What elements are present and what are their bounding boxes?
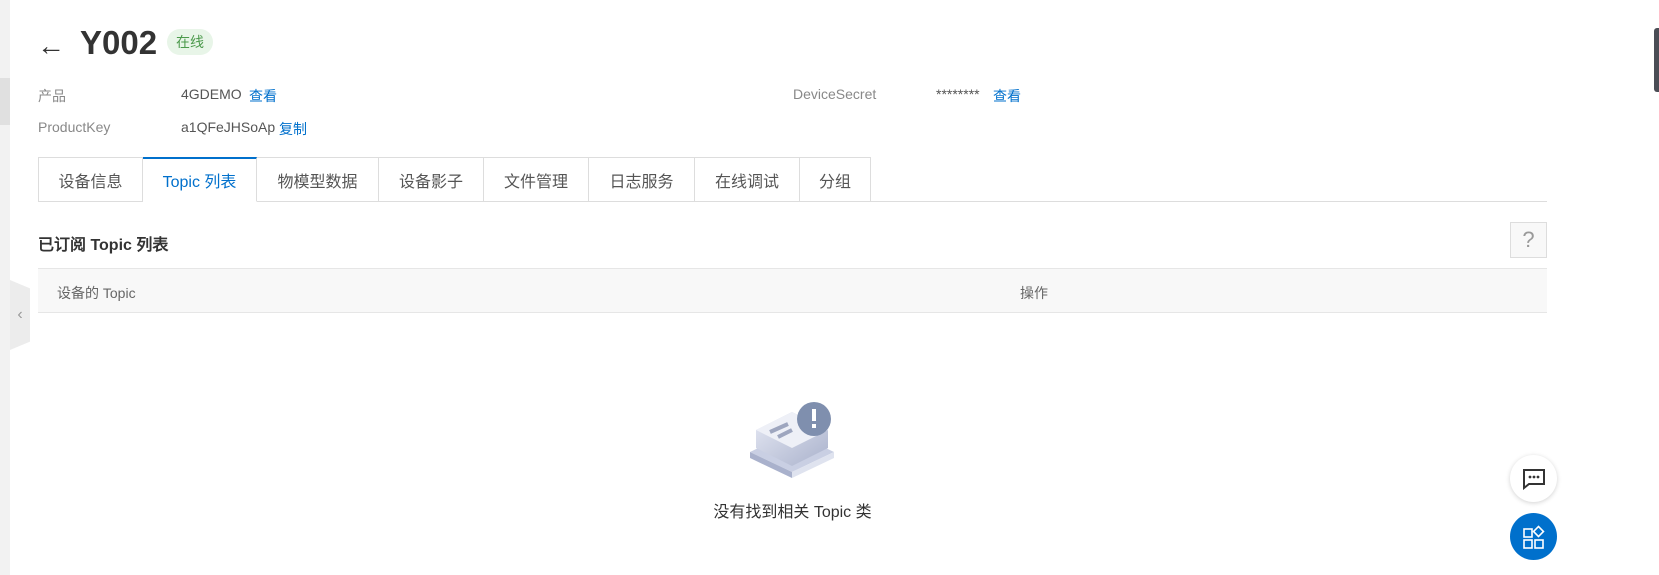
- table-header: 设备的 Topic 操作: [38, 268, 1547, 313]
- help-button[interactable]: ?: [1510, 222, 1547, 258]
- copy-productkey-link[interactable]: 复制: [279, 119, 307, 139]
- tab-device-info[interactable]: 设备信息: [38, 157, 143, 202]
- apps-button[interactable]: [1510, 513, 1557, 560]
- status-badge: 在线: [167, 29, 213, 55]
- tab-topic-list[interactable]: Topic 列表: [143, 157, 257, 202]
- column-header-actions: 操作: [1020, 285, 1048, 301]
- back-button[interactable]: ←: [37, 30, 65, 62]
- product-value: 4GDEMO: [181, 86, 242, 102]
- column-header-topic: 设备的 Topic: [57, 285, 136, 301]
- tab-log-service[interactable]: 日志服务: [589, 157, 695, 202]
- empty-state-text: 没有找到相关 Topic 类: [713, 504, 872, 521]
- tab-file-management[interactable]: 文件管理: [484, 157, 589, 202]
- sidebar-selected-block: [0, 78, 10, 125]
- chat-button[interactable]: [1510, 455, 1557, 502]
- scrollbar[interactable]: [1654, 28, 1659, 92]
- devicesecret-label: DeviceSecret: [793, 86, 877, 102]
- question-icon: ?: [1522, 227, 1535, 252]
- tab-device-shadow[interactable]: 设备影子: [379, 157, 484, 202]
- empty-state-icon: [748, 402, 838, 483]
- section-title: 已订阅 Topic 列表: [38, 237, 169, 254]
- tab-online-debug[interactable]: 在线调试: [695, 157, 800, 202]
- view-devicesecret-link[interactable]: 查看: [993, 86, 1021, 106]
- sidebar-collapse-toggle[interactable]: ‹: [10, 280, 30, 350]
- tab-group[interactable]: 分组: [800, 157, 871, 202]
- devicesecret-value: ********: [936, 86, 980, 102]
- view-product-link[interactable]: 查看: [249, 86, 277, 106]
- page-title: Y002: [80, 24, 158, 61]
- arrow-left-icon: ←: [37, 30, 65, 61]
- tab-bar: 设备信息 Topic 列表 物模型数据 设备影子 文件管理 日志服务 在线调试 …: [38, 157, 1547, 202]
- chevron-left-icon: ‹: [17, 306, 23, 323]
- productkey-value: a1QFeJHSoAp: [181, 119, 276, 135]
- product-label: 产品: [38, 88, 66, 104]
- apps-icon: [1522, 524, 1545, 549]
- tab-thing-model-data[interactable]: 物模型数据: [257, 157, 379, 202]
- chat-icon: [1522, 468, 1545, 490]
- productkey-label: ProductKey: [38, 119, 111, 135]
